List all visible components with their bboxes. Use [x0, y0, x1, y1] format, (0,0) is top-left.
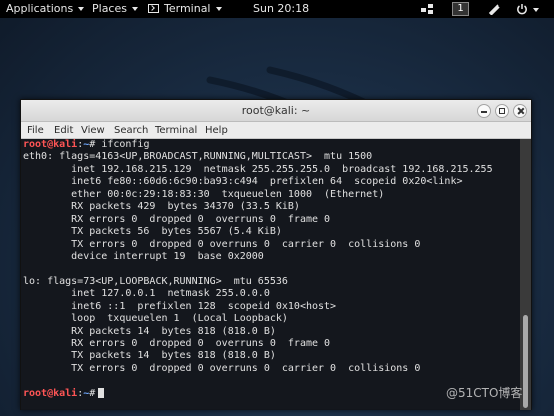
prompt-symbol: #: [89, 387, 96, 399]
window-titlebar[interactable]: root@kali: ~: [21, 100, 531, 122]
chevron-down-icon: [215, 7, 222, 11]
terminal-window: root@kali: ~ File Edit View Search Termi…: [20, 99, 532, 410]
output-line: device interrupt 19 base 0x2000: [23, 250, 264, 262]
menu-edit[interactable]: Edit: [54, 122, 73, 139]
command-line: root@kali:~# ifconfig: [21, 139, 520, 151]
maximize-button[interactable]: [495, 104, 509, 118]
close-button[interactable]: [513, 104, 527, 118]
chevron-down-icon[interactable]: [533, 8, 539, 12]
terminal-output[interactable]: root@kali:~# ifconfig eth0: flags=4163<U…: [21, 139, 520, 410]
output-line: inet 127.0.0.1 netmask 255.0.0.0: [23, 288, 270, 300]
prompt-user-host: root@kali: [23, 387, 78, 399]
output-line: TX packets 56 bytes 5567 (5.4 KiB): [23, 226, 282, 238]
prompt-user-host: root@kali: [23, 139, 78, 150]
menu-search[interactable]: Search: [114, 122, 148, 139]
menu-bar: File Edit View Search Terminal Help: [21, 122, 531, 139]
output-line: RX packets 429 bytes 34370 (33.5 KiB): [23, 201, 300, 213]
menu-view[interactable]: View: [81, 122, 105, 139]
output-line: inet 192.168.215.129 netmask 255.255.255…: [23, 163, 493, 175]
output-line: eth0: flags=4163<UP,BROADCAST,RUNNING,MU…: [23, 151, 373, 163]
scrollbar[interactable]: [520, 139, 531, 410]
output-line: loop txqueuelen 1 (Local Loopback): [23, 313, 288, 325]
terminal-app-menu[interactable]: Terminal: [148, 0, 222, 18]
pen-icon[interactable]: [488, 3, 500, 15]
top-panel: Applications Places Terminal Sun 20:18 1: [0, 0, 554, 18]
applications-label: Applications: [6, 2, 74, 15]
command-text: ifconfig: [101, 139, 150, 150]
chevron-down-icon: [131, 7, 138, 11]
menu-terminal[interactable]: Terminal: [155, 122, 197, 139]
workspace-indicator[interactable]: 1: [452, 2, 469, 16]
output-line: inet6 ::1 prefixlen 128 scopeid 0x10<hos…: [23, 300, 337, 312]
chevron-down-icon: [78, 7, 85, 11]
prompt-symbol: #: [89, 139, 96, 150]
output-line: TX errors 0 dropped 0 overruns 0 carrier…: [23, 238, 421, 250]
watermark: @51CTO博客: [446, 386, 523, 400]
places-menu[interactable]: Places: [92, 0, 138, 18]
applications-menu[interactable]: Applications: [6, 0, 85, 18]
scrollbar-thumb[interactable]: [523, 315, 528, 408]
network-icon[interactable]: [420, 3, 434, 15]
minimize-button[interactable]: [477, 104, 491, 118]
output-line: lo: flags=73<UP,LOOPBACK,RUNNING> mtu 65…: [23, 275, 288, 287]
output-line: RX errors 0 dropped 0 overruns 0 frame 0: [23, 338, 331, 349]
window-title: root@kali: ~: [241, 104, 311, 117]
text-cursor: [98, 387, 105, 398]
output-line: RX errors 0 dropped 0 overruns 0 frame 0: [23, 213, 331, 225]
terminal-icon: [148, 3, 159, 13]
terminal-app-label: Terminal: [164, 2, 211, 15]
output-line: TX errors 0 dropped 0 overruns 0 carrier…: [23, 362, 421, 374]
places-label: Places: [92, 2, 127, 15]
output-line: TX packets 14 bytes 818 (818.0 B): [23, 350, 276, 362]
output-line: inet6 fe80::60d6:6c90:ba93:c494 prefixle…: [23, 176, 463, 188]
menu-file[interactable]: File: [27, 122, 44, 139]
clock[interactable]: Sun 20:18: [253, 0, 309, 18]
menu-help[interactable]: Help: [205, 122, 228, 139]
power-icon[interactable]: [516, 3, 528, 15]
output-line: RX packets 14 bytes 818 (818.0 B): [23, 325, 276, 337]
output-line: ether 00:0c:29:18:83:30 txqueuelen 1000 …: [23, 188, 385, 200]
